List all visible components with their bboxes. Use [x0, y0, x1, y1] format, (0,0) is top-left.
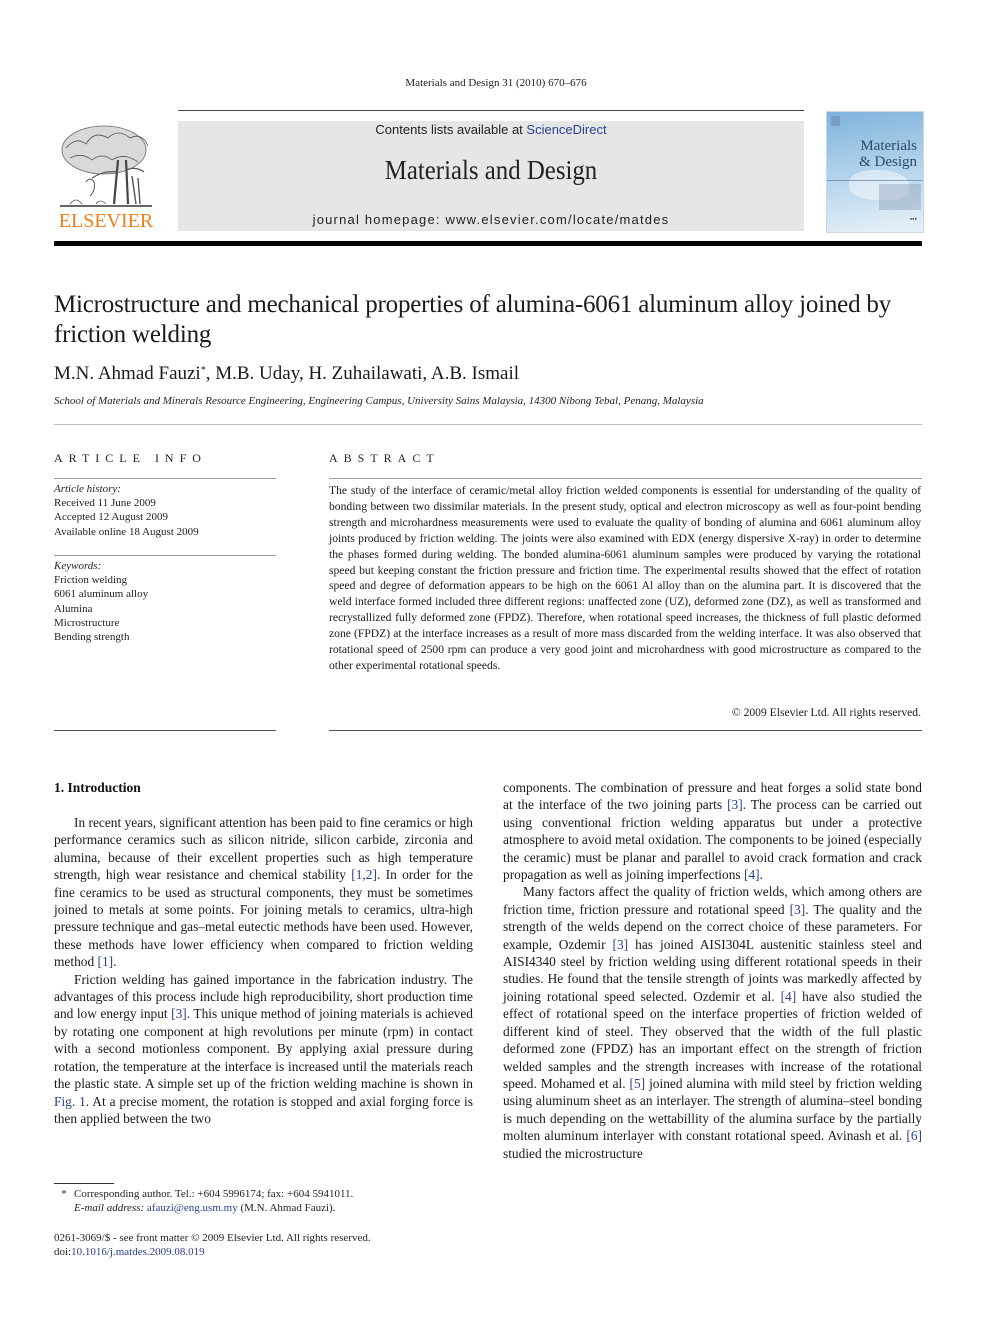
- body-column-right: components. The combination of pressure …: [503, 779, 922, 1162]
- citation-link[interactable]: [3]: [171, 1006, 187, 1021]
- citation-link[interactable]: [3]: [727, 797, 743, 812]
- body-column-left: In recent years, significant attention h…: [54, 814, 473, 1127]
- footnote-rule: [54, 1183, 114, 1184]
- citation-link[interactable]: [4]: [744, 867, 760, 882]
- keyword-item: Bending strength: [54, 631, 130, 644]
- cover-inset-graphic: [879, 184, 921, 210]
- article-history-label: Article history:: [54, 483, 121, 495]
- contents-prefix: Contents lists available at: [375, 122, 527, 137]
- corresponding-author-details: Corresponding author. Tel.: +604 5996174…: [74, 1188, 354, 1200]
- journal-cover-thumbnail[interactable]: Materials & Design ●●●: [826, 111, 924, 233]
- paragraph: Friction welding has gained importance i…: [54, 971, 473, 1128]
- cover-title-line1: Materials: [860, 138, 917, 154]
- footnote-star: *: [61, 1188, 67, 1200]
- email-link[interactable]: afauzi@eng.usm.my: [147, 1202, 238, 1214]
- divider: [54, 478, 276, 479]
- article-info-heading: ARTICLE INFO: [54, 451, 207, 465]
- email-suffix: (M.N. Ahmad Fauzi).: [237, 1202, 336, 1214]
- citation-link[interactable]: [3]: [790, 902, 806, 917]
- divider: [54, 730, 276, 731]
- author-corresponding[interactable]: M.N. Ahmad Fauzi: [54, 363, 201, 384]
- doi-prefix: doi:: [54, 1246, 72, 1258]
- cover-band: [827, 180, 923, 181]
- citation-link[interactable]: [1,2]: [351, 867, 377, 882]
- masthead-top-rule: [178, 110, 804, 111]
- keywords: Keywords: Friction welding 6061 aluminum…: [54, 559, 276, 644]
- keyword-item: Microstructure: [54, 616, 120, 629]
- section-heading-introduction: 1. Introduction: [54, 780, 141, 795]
- divider: [329, 478, 922, 479]
- author-others: , M.B. Uday, H. Zuhailawati, A.B. Ismail: [205, 363, 520, 384]
- citation-link[interactable]: [3]: [613, 937, 629, 952]
- citation-link[interactable]: [6]: [906, 1128, 922, 1143]
- cover-title-line2: & Design: [859, 154, 917, 170]
- footnote-corresponding-author: * Corresponding author. Tel.: +604 599617…: [54, 1187, 474, 1215]
- history-accepted: Accepted 12 August 2009: [54, 511, 168, 524]
- email-label: E-mail address:: [74, 1202, 147, 1214]
- journal-homepage-link[interactable]: journal homepage: www.elsevier.com/locat…: [178, 212, 804, 227]
- elsevier-logo[interactable]: ELSEVIER: [54, 118, 158, 236]
- abstract-text: The study of the interface of ceramic/me…: [329, 484, 921, 672]
- article-title: Microstructure and mechanical properties…: [54, 291, 892, 348]
- paragraph: Many factors affect the quality of frict…: [503, 883, 922, 1162]
- cover-sciencedirect-mark: ●●●: [909, 216, 917, 221]
- citation-link[interactable]: [4]: [781, 989, 797, 1004]
- sciencedirect-link[interactable]: ScienceDirect: [526, 122, 606, 137]
- journal-title: Materials and Design: [384, 155, 598, 185]
- divider: [329, 730, 922, 731]
- divider: [54, 555, 276, 556]
- masthead-thick-rule: [54, 241, 922, 246]
- keyword-item: Friction welding: [54, 574, 128, 587]
- citation-link[interactable]: [1]: [98, 954, 114, 969]
- text-run: .: [759, 867, 763, 883]
- contents-availability: Contents lists available at ScienceDirec…: [178, 122, 804, 137]
- citation-link[interactable]: [5]: [630, 1076, 646, 1091]
- article-history: Article history: Received 11 June 2009 A…: [54, 482, 276, 539]
- text-run: .: [113, 954, 117, 970]
- history-online: Available online 18 August 2009: [54, 525, 199, 538]
- issn-copyright: 0261-3069/$ - see front matter © 2009 El…: [54, 1232, 371, 1244]
- keyword-item: Alumina: [54, 602, 93, 615]
- text-run: . In order for the fine ceramics to be u…: [54, 867, 474, 970]
- figure-link[interactable]: Fig. 1: [54, 1094, 86, 1109]
- running-head: Materials and Design 31 (2010) 670–676: [405, 77, 587, 89]
- text-run: studied the microstructure: [503, 1145, 643, 1161]
- front-matter: 0261-3069/$ - see front matter © 2009 El…: [54, 1231, 484, 1259]
- paragraph: components. The combination of pressure …: [503, 779, 922, 883]
- keyword-item: 6061 aluminum alloy: [54, 588, 149, 601]
- elsevier-tree-icon: [60, 125, 152, 207]
- journal-banner: Contents lists available at ScienceDirec…: [178, 121, 804, 231]
- abstract-heading: ABSTRACT: [329, 451, 440, 465]
- cover-title: Materials & Design: [827, 138, 921, 170]
- elsevier-wordmark: ELSEVIER: [58, 210, 154, 232]
- keywords-label: Keywords:: [54, 560, 102, 572]
- divider: [54, 424, 922, 425]
- text-run: . At a precise moment, the rotation is s…: [54, 1093, 473, 1126]
- paragraph: In recent years, significant attention h…: [54, 814, 473, 971]
- affiliation: School of Materials and Minerals Resourc…: [54, 395, 704, 407]
- author-list: M.N. Ahmad Fauzi*, M.B. Uday, H. Zuhaila…: [54, 363, 519, 385]
- cover-publisher-icon: [831, 116, 840, 126]
- history-received: Received 11 June 2009: [54, 497, 156, 510]
- abstract-copyright: © 2009 Elsevier Ltd. All rights reserved…: [731, 706, 921, 719]
- doi-link[interactable]: 10.1016/j.matdes.2009.08.019: [71, 1246, 205, 1258]
